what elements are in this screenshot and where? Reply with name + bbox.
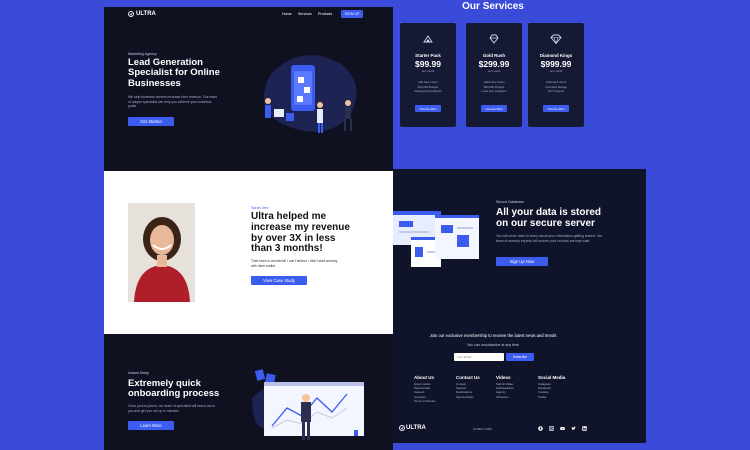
secure-eyebrow: Secure Database bbox=[496, 200, 524, 204]
plan-card-gold: Gold Rush $299.99 per month 1000 New Use… bbox=[466, 23, 522, 127]
testimonial-section: Sarah Jent Ultra helped me increase my r… bbox=[104, 171, 393, 334]
services-section: Our Services Starter Pack $99.99 per mon… bbox=[393, 0, 646, 169]
choose-plan-button[interactable]: Choose Plan bbox=[415, 105, 441, 112]
services-title: Our Services bbox=[462, 1, 524, 12]
footer-column-about: About Us How it works Testimonials Caree… bbox=[414, 375, 436, 403]
plan-name: Diamond Kings bbox=[539, 53, 573, 58]
onboarding-eyebrow: Instant Setup bbox=[128, 371, 150, 375]
footer-link[interactable]: Influencer bbox=[496, 395, 514, 399]
choose-plan-button[interactable]: Choose Plan bbox=[481, 105, 507, 112]
email-placeholder: Your Email bbox=[457, 355, 472, 359]
plan-period: per month bbox=[421, 69, 435, 73]
footer-section: Join our exclusive membership to receive… bbox=[393, 329, 646, 443]
choose-plan-button[interactable]: Choose Plan bbox=[543, 105, 569, 112]
testimonial-photo bbox=[128, 203, 195, 302]
footer-link[interactable]: Twitter bbox=[538, 395, 565, 399]
twitter-icon[interactable] bbox=[571, 426, 576, 431]
get-started-button[interactable]: Get Started bbox=[128, 117, 174, 126]
diamond-icon bbox=[550, 34, 562, 44]
footer-link[interactable]: Terms of Service bbox=[414, 399, 436, 403]
hero-eyebrow: Marketing Agency bbox=[128, 52, 157, 56]
rocket-icon bbox=[422, 34, 434, 44]
plan-features: 100 New Users $10,000 Budget Retargeting… bbox=[400, 80, 456, 94]
brand-name[interactable]: ULTRA bbox=[136, 11, 156, 17]
testimonial-quote: Ultra helped me increase my revenue by o… bbox=[251, 211, 350, 255]
plan-card-starter: Starter Pack $99.99 per month 100 New Us… bbox=[400, 23, 456, 127]
plan-period: per month bbox=[549, 69, 563, 73]
learn-more-button[interactable]: Learn More bbox=[128, 421, 174, 430]
plan-feature: Lead Gen Analytics bbox=[481, 89, 507, 93]
instagram-icon[interactable] bbox=[549, 426, 554, 431]
testimonial-text: Their team is wonderful! I can't believe… bbox=[251, 259, 338, 268]
hero-title: Lead Generation Specialist for Online Bu… bbox=[128, 57, 220, 89]
newsletter-email-input[interactable]: Your Email bbox=[454, 353, 504, 361]
gem-icon bbox=[488, 34, 500, 44]
linkedin-icon[interactable] bbox=[582, 426, 587, 431]
nav-services[interactable]: Services bbox=[298, 12, 312, 16]
subscribe-button[interactable]: Subscribe bbox=[506, 353, 534, 361]
plan-name: Gold Rush bbox=[482, 53, 506, 58]
facebook-icon[interactable] bbox=[538, 426, 543, 431]
plan-feature: Retargeting analytics bbox=[414, 89, 442, 93]
view-case-study-button[interactable]: View Case Study bbox=[251, 276, 307, 285]
plan-features: 1000 New Users $50,000 Budget Lead Gen A… bbox=[466, 80, 522, 94]
footer-logo-icon[interactable] bbox=[399, 425, 405, 431]
footer-column-videos: Videos Submit Video Ambassadors Agency I… bbox=[496, 375, 514, 399]
plan-period: per month bbox=[487, 69, 501, 73]
plan-price: $999.99 bbox=[540, 59, 572, 69]
plan-price: $299.99 bbox=[478, 59, 510, 69]
secure-text: You will never have to worry about your … bbox=[496, 234, 603, 243]
footer-link[interactable]: Sponsorships bbox=[456, 395, 480, 399]
footer-column-contact: Contact Us Contact Support Destinations … bbox=[456, 375, 480, 399]
hero-text: We help business owners increase their r… bbox=[128, 95, 218, 109]
onboarding-illustration bbox=[242, 368, 367, 449]
youtube-icon[interactable] bbox=[560, 426, 565, 431]
newsletter-title: Join our exclusive membership to receive… bbox=[429, 333, 557, 338]
footer-copyright: ULTRA © 2020 bbox=[473, 427, 492, 431]
plan-features: Unlimited Users Unlimited Budget 24/7 Su… bbox=[528, 80, 584, 94]
hero-illustration bbox=[246, 49, 371, 146]
onboarding-text: Once you've joined, our team of speciali… bbox=[128, 404, 216, 413]
footer-column-title: Contact Us bbox=[456, 375, 480, 380]
testimonial-author: Sarah Jent bbox=[251, 206, 269, 210]
footer-column-title: Social Media bbox=[538, 375, 566, 380]
footer-column-title: Videos bbox=[496, 375, 511, 380]
footer-column-title: About Us bbox=[414, 375, 434, 380]
footer-brand[interactable]: ULTRA bbox=[406, 425, 426, 431]
social-icons bbox=[538, 426, 587, 431]
sign-up-now-button[interactable]: Sign Up Now bbox=[496, 257, 548, 266]
onboarding-title: Extremely quick onboarding process bbox=[128, 378, 220, 400]
secure-title: All your data is stored on our secure se… bbox=[496, 207, 602, 229]
signup-button[interactable]: SIGN UP bbox=[341, 10, 363, 18]
newsletter-subtitle: You can unsubscribe at any time bbox=[467, 343, 519, 347]
footer-column-social: Social Media Instagram Facebook Youtube … bbox=[538, 375, 565, 399]
plan-price: $99.99 bbox=[415, 59, 441, 69]
plan-card-diamond: Diamond Kings $999.99 per month Unlimite… bbox=[528, 23, 584, 127]
secure-illustration bbox=[393, 207, 481, 284]
secure-section: Secure Database All your data is stored … bbox=[393, 169, 646, 329]
hero-section: ULTRA Home Services Products SIGN UP Mar… bbox=[104, 7, 393, 171]
plan-name: Starter Pack bbox=[415, 53, 441, 58]
plan-feature: 24/7 Support bbox=[547, 89, 565, 93]
nav-home[interactable]: Home bbox=[282, 12, 292, 16]
nav-products[interactable]: Products bbox=[318, 12, 332, 16]
onboarding-section: Instant Setup Extremely quick onboarding… bbox=[104, 334, 393, 450]
logo-icon[interactable] bbox=[128, 11, 134, 17]
